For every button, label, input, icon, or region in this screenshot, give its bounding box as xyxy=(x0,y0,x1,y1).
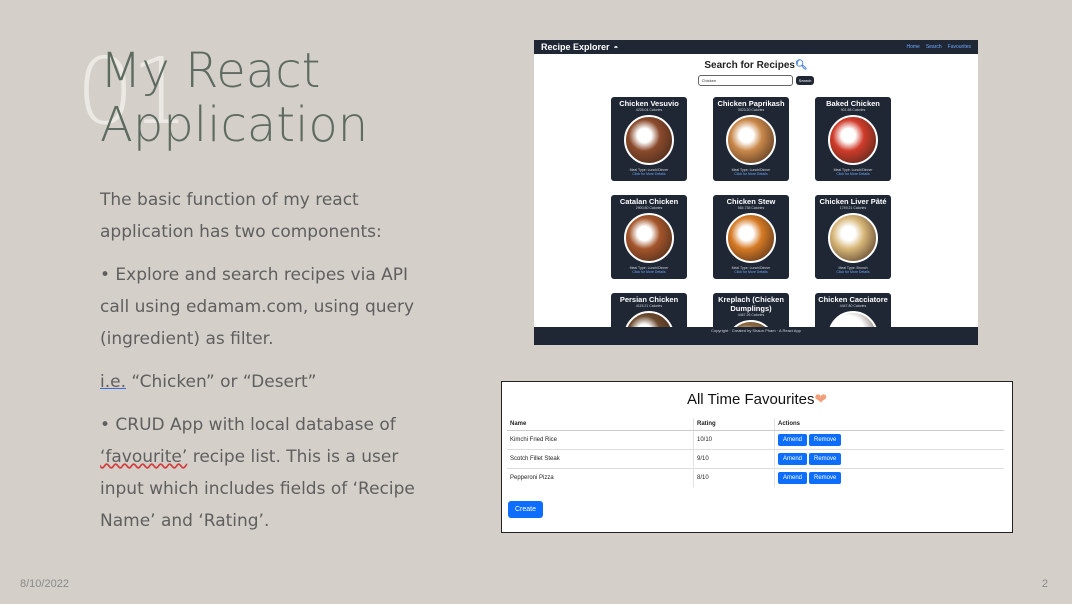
recipe-details-link[interactable]: Click for More Details xyxy=(815,270,891,274)
nav-link-favourites[interactable]: Favourites xyxy=(948,44,971,50)
remove-button[interactable]: Remove xyxy=(809,453,842,465)
example-line: i.e. “Chicken” or “Desert” xyxy=(100,366,430,398)
recipe-card-title: Persian Chicken xyxy=(619,295,679,304)
search-row: Chicken Search xyxy=(534,75,978,86)
recipe-navbar: Recipe Explorer ◓ Home Search Favourites xyxy=(534,40,978,54)
recipe-card-calories: 1749.21 Calories xyxy=(839,206,867,210)
amend-button[interactable]: Amend xyxy=(778,453,808,465)
recipe-details-link[interactable]: Click for More Details xyxy=(815,172,891,176)
favourites-title: All Time Favourites❤ xyxy=(502,390,1012,408)
recipe-footer: Copyright · Created by Shaun Pham · A Re… xyxy=(534,327,978,345)
recipe-card-calories: 901.58 Calories xyxy=(840,108,866,112)
recipe-card-title: Chicken Cacciatore xyxy=(818,295,888,304)
column-header-name: Name xyxy=(507,418,694,431)
recipe-image xyxy=(726,213,776,263)
recipe-card[interactable]: Chicken Vesuvio 4228.04 Calories Meal Type… xyxy=(611,97,687,181)
recipe-explorer-screenshot: Recipe Explorer ◓ Home Search Favourites… xyxy=(534,40,978,345)
recipe-card-calories: 4447.80 Calories xyxy=(839,304,867,308)
recipe-image xyxy=(828,115,878,165)
bullet-crud-part1: • CRUD App with local database of xyxy=(100,415,396,435)
recipe-image xyxy=(624,213,674,263)
bullet-crud: • CRUD App with local database of ‘favou… xyxy=(100,409,430,537)
recipe-image xyxy=(828,213,878,263)
recipe-card[interactable]: Chicken Liver Pâté 1749.21 Calories Meal T… xyxy=(815,195,891,279)
favourites-table: Name Rating Actions Kimchi Fried Rice 10… xyxy=(507,418,1004,487)
recipe-details-link[interactable]: Click for More Details xyxy=(611,270,687,274)
recipe-grid: Chicken Vesuvio 4228.04 Calories Meal Type… xyxy=(611,97,891,345)
recipe-card[interactable]: Baked Chicken 901.58 Calories Meal Type: L… xyxy=(815,97,891,181)
recipe-card-title: Chicken Paprikash xyxy=(717,99,785,108)
recipe-card-title: Baked Chicken xyxy=(826,99,880,108)
magnifier-icon: 🔍︎ xyxy=(794,60,808,71)
recipe-card-calories: 2900.80 Calories xyxy=(635,206,663,210)
recipe-details-link[interactable]: Click for More Details xyxy=(611,172,687,176)
favourites-screenshot: All Time Favourites❤ Name Rating Actions… xyxy=(501,381,1013,533)
search-heading-text: Search for Recipes xyxy=(704,60,795,71)
recipe-card-title: Chicken Liver Pâté xyxy=(819,197,887,206)
slide-page-number: 2 xyxy=(1041,578,1048,590)
recipe-card-calories: 4228.04 Calories xyxy=(635,108,663,112)
cell-rating: 8/10 xyxy=(693,468,775,487)
remove-button[interactable]: Remove xyxy=(809,434,842,446)
table-row: Pepperoni Pizza 8/10 Amend Remove xyxy=(507,468,1004,487)
remove-button[interactable]: Remove xyxy=(809,472,842,484)
recipe-card-title: Chicken Vesuvio xyxy=(619,99,679,108)
recipe-card-calories: 4467.26 Calories xyxy=(737,313,765,317)
cell-actions: Amend Remove xyxy=(774,468,1004,487)
create-button[interactable]: Create xyxy=(508,501,544,518)
page-title: My React Application xyxy=(100,44,368,152)
cell-rating: 10/10 xyxy=(693,430,775,450)
cell-rating: 9/10 xyxy=(693,449,775,469)
intro-paragraph: The basic function of my react applicati… xyxy=(100,190,382,242)
recipe-card-calories: 4115.21 Calories xyxy=(635,304,663,308)
example-text: “Chicken” or “Desert” xyxy=(126,372,317,392)
recipe-card-calories: 564.738 Calories xyxy=(737,206,765,210)
recipe-card[interactable]: Chicken Stew 564.738 Calories Meal Type: L… xyxy=(713,195,789,279)
footer-text: Copyright · Created by Shaun Pham · A Re… xyxy=(711,328,801,333)
body-text: The basic function of my react applicati… xyxy=(100,184,430,548)
title-line-2: Application xyxy=(100,97,369,153)
spellcheck-word: ‘favourite’ xyxy=(100,447,188,467)
column-header-actions: Actions xyxy=(774,418,1004,431)
slide: 01 My React Application The basic functi… xyxy=(0,0,1072,604)
slide-date: 8/10/2022 xyxy=(20,578,69,590)
cell-actions: Amend Remove xyxy=(774,430,1004,450)
recipe-card[interactable]: Catalan Chicken 2900.80 Calories Meal Type… xyxy=(611,195,687,279)
search-heading: Search for Recipes🔍︎ xyxy=(534,60,978,71)
title-line-1: My React xyxy=(100,43,321,99)
amend-button[interactable]: Amend xyxy=(778,472,808,484)
cell-actions: Amend Remove xyxy=(774,449,1004,469)
recipe-card-title: Chicken Stew xyxy=(726,197,776,206)
nav-links: Home Search Favourites xyxy=(906,44,971,50)
cell-name: Scotch Fillet Steak xyxy=(507,449,694,469)
recipe-card-title: Kreplach (Chicken Dumplings) xyxy=(718,295,784,313)
recipe-image xyxy=(624,115,674,165)
heart-icon: ❤ xyxy=(814,391,828,408)
cell-name: Pepperoni Pizza xyxy=(507,468,694,487)
nav-link-home[interactable]: Home xyxy=(906,44,919,50)
recipe-card[interactable]: Chicken Paprikash 3023.20 Calories Meal Ty… xyxy=(713,97,789,181)
recipe-card-calories: 3023.20 Calories xyxy=(737,108,765,112)
recipe-image xyxy=(726,115,776,165)
search-input[interactable]: Chicken xyxy=(697,75,793,86)
table-row: Kimchi Fried Rice 10/10 Amend Remove xyxy=(507,430,1004,450)
search-button[interactable]: Search xyxy=(795,76,815,85)
table-row: Scotch Fillet Steak 9/10 Amend Remove xyxy=(507,449,1004,469)
recipe-details-link[interactable]: Click for More Details xyxy=(713,172,789,176)
dumpling-icon: ◓ xyxy=(613,42,619,52)
recipe-details-link[interactable]: Click for More Details xyxy=(713,270,789,274)
column-header-rating: Rating xyxy=(693,418,775,431)
recipe-brand[interactable]: Recipe Explorer xyxy=(541,42,610,52)
amend-button[interactable]: Amend xyxy=(778,434,808,446)
ie-link[interactable]: i.e. xyxy=(100,372,126,392)
cell-name: Kimchi Fried Rice xyxy=(507,430,694,450)
nav-link-search[interactable]: Search xyxy=(926,44,942,50)
recipe-card-title: Catalan Chicken xyxy=(619,197,679,206)
favourites-title-text: All Time Favourites xyxy=(686,391,815,408)
bullet-recipes: • Explore and search recipes via API cal… xyxy=(100,265,415,349)
table-header-row: Name Rating Actions xyxy=(507,418,1004,431)
